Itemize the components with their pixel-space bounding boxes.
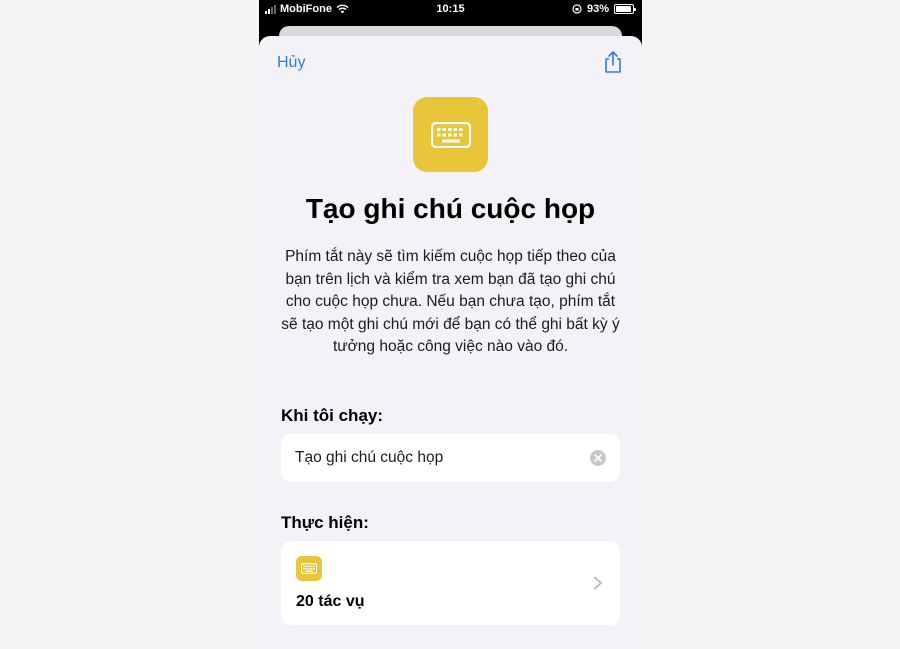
orientation-lock-icon <box>572 4 582 14</box>
battery-icon <box>614 4 636 14</box>
run-section-label: Khi tôi chạy: <box>281 406 384 425</box>
battery-level <box>616 6 631 12</box>
status-bar: MobiFone 10:15 93% <box>259 0 642 18</box>
shortcut-description: Phím tắt này sẽ tìm kiếm cuộc họp tiếp t… <box>281 248 620 356</box>
cancel-button[interactable]: Hủy <box>277 54 305 72</box>
actions-count: 20 tác vụ <box>296 593 365 610</box>
shortcut-icon <box>413 97 488 172</box>
keyboard-icon <box>430 121 471 148</box>
shortcut-title: Tạo ghi chú cuộc họp <box>305 193 596 224</box>
phone-screen: MobiFone 10:15 93% Hủy Tạo ghi chú cuộc … <box>259 0 642 649</box>
clear-icon[interactable] <box>590 450 606 466</box>
battery-percent: 93% <box>586 3 609 15</box>
battery-group: 93% <box>572 3 636 15</box>
actions-card[interactable]: 20 tác vụ <box>281 541 620 625</box>
chevron-right-icon <box>594 576 602 590</box>
shortcut-name-value[interactable]: Tạo ghi chú cuộc họp <box>295 449 590 467</box>
shortcut-name-field[interactable]: Tạo ghi chú cuộc họp <box>281 434 620 482</box>
do-section-label: Thực hiện: <box>281 513 369 532</box>
share-icon[interactable] <box>602 50 624 74</box>
shortcut-sheet: Hủy Tạo ghi chú cuộc họp Phím tắt này sẽ… <box>259 36 642 649</box>
actions-keyboard-icon <box>296 556 322 581</box>
